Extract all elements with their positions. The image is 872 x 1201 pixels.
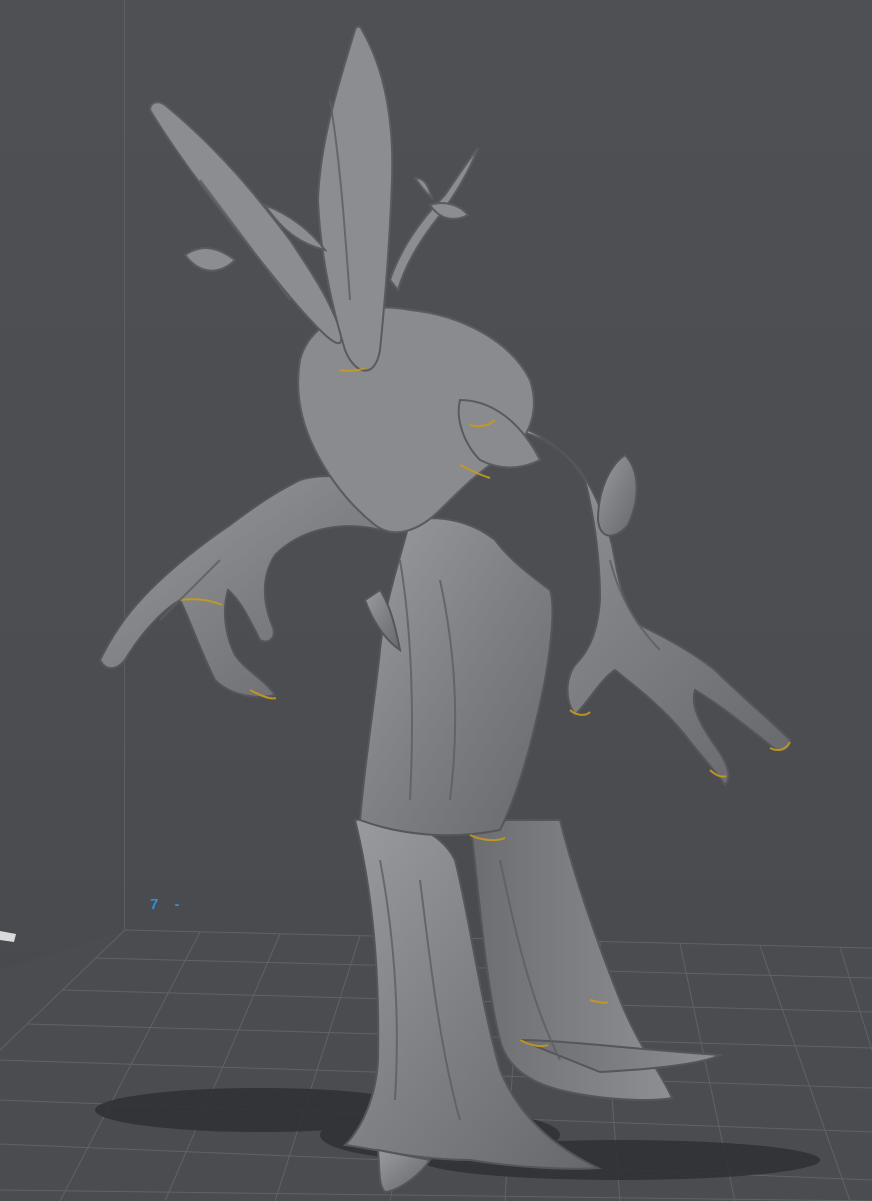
torso	[358, 517, 554, 837]
rear-leg	[468, 819, 724, 1101]
3d-viewport[interactable]: 7 -	[0, 0, 872, 1201]
treant-sculpt-model[interactable]	[0, 0, 872, 1201]
